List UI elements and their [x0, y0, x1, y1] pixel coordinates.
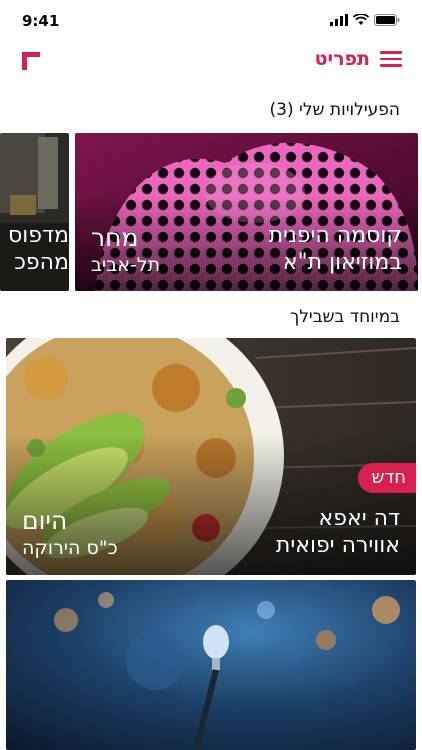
status-time: 9:41 — [22, 12, 60, 30]
activity-date: מחר — [91, 223, 139, 252]
activity-partial-subtitle: מהפכ — [14, 249, 69, 275]
featured-title: דה יאפא — [318, 506, 400, 531]
activity-partial-title: מדפוס — [8, 223, 69, 248]
for-you-title: במיוחד בשבילך — [290, 307, 400, 327]
featured-date: היום — [22, 506, 68, 535]
featured-place: כ"ס הירוקה — [22, 536, 118, 559]
activity-card-partial[interactable]: מדפוס מהפכ — [0, 133, 69, 291]
microphone-stage-image — [6, 580, 416, 750]
my-activities-title: הפעילויות שלי (3) — [269, 100, 400, 120]
featured-date-block: היום כ"ס הירוקה — [22, 506, 118, 560]
activity-title: קוסמה היפנית — [268, 223, 402, 248]
signal-icon — [330, 14, 348, 26]
activity-subtitle: במוזיאון ת"א — [282, 249, 402, 275]
status-bar: 9:41 — [0, 0, 422, 40]
corner-logo-icon[interactable] — [22, 52, 40, 70]
activity-title-block: קוסמה היפנית במוזיאון ת"א — [269, 223, 402, 277]
activity-date-block: מחר תל-אביב — [91, 223, 160, 277]
activity-place: תל-אביב — [91, 253, 161, 276]
featured-subtitle: אווירה יפואית — [275, 532, 400, 558]
nav-bar: תפריט — [0, 44, 422, 80]
menu-label: תפריט — [314, 48, 370, 70]
new-badge: חדש — [357, 463, 416, 493]
status-icons — [330, 14, 400, 26]
menu-button[interactable]: תפריט — [315, 48, 402, 70]
activity-card-kusama[interactable]: קוסמה היפנית במוזיאון ת"א מחר תל-אביב — [75, 133, 418, 291]
hamburger-icon — [380, 51, 402, 67]
activity-partial-text: מדפוס מהפכ — [0, 223, 69, 277]
featured-title-block: דה יאפא אווירה יפואית — [276, 506, 400, 560]
battery-icon — [374, 14, 400, 26]
featured-card-concert[interactable] — [6, 580, 416, 750]
featured-card-jaffa[interactable]: חדש דה יאפא אווירה יפואית היום כ"ס הירוק… — [6, 338, 416, 575]
wifi-icon — [353, 14, 369, 25]
